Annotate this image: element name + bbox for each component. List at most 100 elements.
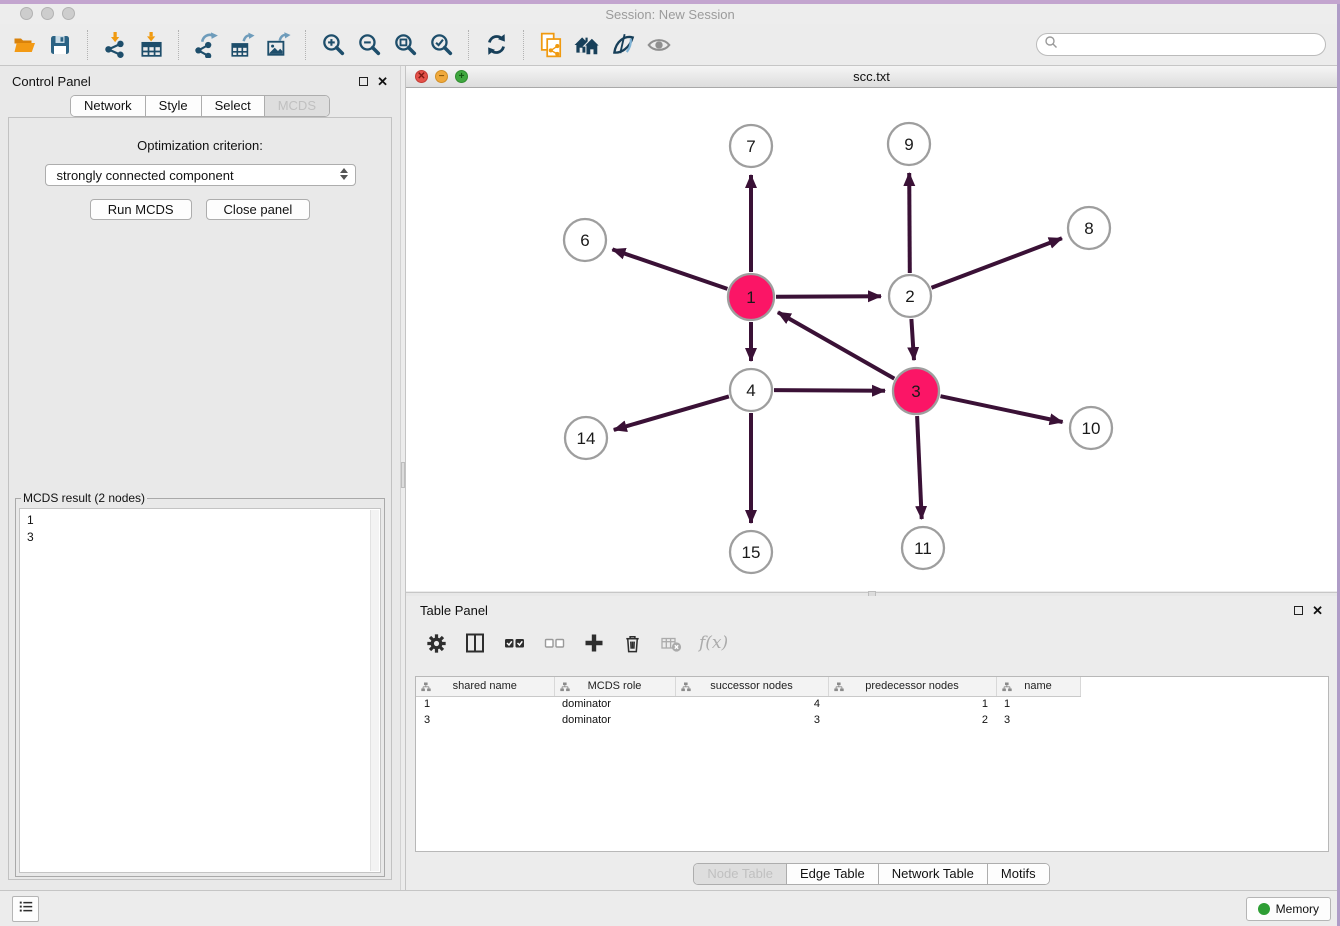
graph-edge-4-3[interactable]	[774, 390, 885, 391]
tab-mcds[interactable]: MCDS	[264, 96, 329, 116]
table-cell[interactable]: 3	[416, 712, 554, 728]
tab-select[interactable]: Select	[201, 96, 264, 116]
zoom-network-button[interactable]: +	[455, 70, 468, 83]
column-header-MCDS-role[interactable]: MCDS role	[554, 677, 675, 696]
tab-network-table[interactable]: Network Table	[878, 864, 987, 884]
zoom-in-button[interactable]	[315, 28, 351, 62]
tab-edge-table[interactable]: Edge Table	[786, 864, 878, 884]
tab-node-table[interactable]: Node Table	[694, 864, 786, 884]
criterion-select[interactable]: strongly connected component	[45, 164, 356, 186]
zoom-out-button[interactable]	[351, 28, 387, 62]
zoom-window-button[interactable]	[62, 7, 75, 20]
column-header-predecessor-nodes[interactable]: predecessor nodes	[828, 677, 996, 696]
float-panel-icon[interactable]	[359, 77, 368, 86]
minimize-window-button[interactable]	[41, 7, 54, 20]
graph-edge-2-3[interactable]	[911, 319, 914, 360]
save-session-button[interactable]	[42, 28, 78, 62]
style-button[interactable]	[605, 28, 641, 62]
graph-node-8[interactable]: 8	[1068, 207, 1110, 249]
table-cell[interactable]: 1	[996, 696, 1080, 712]
graph-node-4[interactable]: 4	[730, 369, 772, 411]
hub-button[interactable]	[569, 28, 605, 62]
zoom-fit-button[interactable]	[387, 28, 423, 62]
open-session-button[interactable]	[6, 28, 42, 62]
tab-motifs[interactable]: Motifs	[987, 864, 1049, 884]
export-image-button[interactable]	[260, 28, 296, 62]
network-file-button[interactable]	[533, 28, 569, 62]
graph-edge-3-1[interactable]	[778, 312, 894, 378]
table-panel-title: Table Panel	[420, 603, 488, 618]
memory-button[interactable]: Memory	[1246, 897, 1331, 921]
minimize-network-button[interactable]: −	[435, 70, 448, 83]
graph-node-10[interactable]: 10	[1070, 407, 1112, 449]
network-graph[interactable]: 7 9 6 8 1 2 4 3 14 10 15 11	[406, 88, 1337, 591]
column-header-shared-name[interactable]: shared name	[416, 677, 554, 696]
export-network-button[interactable]	[188, 28, 224, 62]
graph-node-2[interactable]: 2	[889, 275, 931, 317]
import-network-button[interactable]	[97, 28, 133, 62]
splitter-handle[interactable]	[401, 462, 405, 488]
graph-node-7[interactable]: 7	[730, 125, 772, 167]
svg-text:6: 6	[580, 231, 589, 250]
delete-icon[interactable]	[622, 632, 643, 654]
vertical-splitter[interactable]	[400, 66, 405, 890]
select-all-icon[interactable]	[503, 632, 526, 654]
table-cell[interactable]: 4	[675, 696, 828, 712]
table-cell[interactable]: 3	[675, 712, 828, 728]
add-icon[interactable]	[583, 632, 605, 654]
tab-network[interactable]: Network	[71, 96, 145, 116]
network-window-titlebar[interactable]: ✕ − + scc.txt	[406, 66, 1337, 88]
graph-node-3[interactable]: 3	[893, 368, 939, 414]
deselect-all-icon[interactable]	[543, 632, 566, 654]
control-panel-tabs: NetworkStyleSelectMCDS	[70, 95, 330, 117]
refresh-button[interactable]	[478, 28, 514, 62]
table-row[interactable]: 1dominator411	[416, 696, 1320, 712]
import-table-button[interactable]	[133, 28, 169, 62]
graph-edge-2-9[interactable]	[909, 173, 910, 273]
graph-node-11[interactable]: 11	[902, 527, 944, 569]
command-panel-button[interactable]	[12, 896, 39, 922]
graph-node-14[interactable]: 14	[565, 417, 607, 459]
graph-node-1[interactable]: 1	[728, 274, 774, 320]
settings-gear-icon[interactable]	[426, 633, 447, 654]
column-header-successor-nodes[interactable]: successor nodes	[675, 677, 828, 696]
column-header-icon	[1002, 682, 1012, 695]
graph-node-6[interactable]: 6	[564, 219, 606, 261]
column-header-name[interactable]: name	[996, 677, 1080, 696]
graph-edge-3-10[interactable]	[941, 396, 1063, 422]
zoom-selected-button[interactable]	[423, 28, 459, 62]
graph-edge-1-6[interactable]	[612, 249, 727, 289]
graph-node-15[interactable]: 15	[730, 531, 772, 573]
export-table-button[interactable]	[224, 28, 260, 62]
graph-edge-1-2[interactable]	[776, 296, 881, 297]
table-row[interactable]: 3dominator323	[416, 712, 1320, 728]
graph-edge-2-8[interactable]	[932, 238, 1062, 287]
table-cell[interactable]: 3	[996, 712, 1080, 728]
graph-edge-4-14[interactable]	[614, 396, 729, 430]
table-cell[interactable]: dominator	[554, 712, 675, 728]
table-cell[interactable]: 2	[828, 712, 996, 728]
zoom-in-icon	[321, 32, 346, 57]
table-cell[interactable]: 1	[416, 696, 554, 712]
hide-button[interactable]	[641, 28, 677, 62]
mcds-result-text[interactable]: 13	[19, 508, 381, 873]
mcds-panel: Optimization criterion: strongly connect…	[8, 117, 392, 880]
result-scrollbar[interactable]	[370, 510, 379, 871]
table-panel-header: Table Panel ✕	[406, 596, 1337, 618]
close-panel-icon[interactable]: ✕	[1312, 606, 1323, 616]
close-panel-icon[interactable]: ✕	[377, 77, 388, 87]
table-cell[interactable]: dominator	[554, 696, 675, 712]
column-panel-icon[interactable]	[464, 632, 486, 654]
network-file-icon	[538, 32, 564, 58]
close-panel-button[interactable]: Close panel	[206, 199, 311, 220]
graph-edge-3-11[interactable]	[917, 416, 922, 519]
close-network-button[interactable]: ✕	[415, 70, 428, 83]
float-panel-icon[interactable]	[1294, 606, 1303, 615]
run-mcds-button[interactable]: Run MCDS	[90, 199, 192, 220]
graph-node-9[interactable]: 9	[888, 123, 930, 165]
network-canvas[interactable]: 7 9 6 8 1 2 4 3 14 10 15 11	[406, 88, 1337, 591]
search-input[interactable]	[1036, 33, 1326, 56]
tab-style[interactable]: Style	[145, 96, 201, 116]
close-window-button[interactable]	[20, 7, 33, 20]
table-cell[interactable]: 1	[828, 696, 996, 712]
